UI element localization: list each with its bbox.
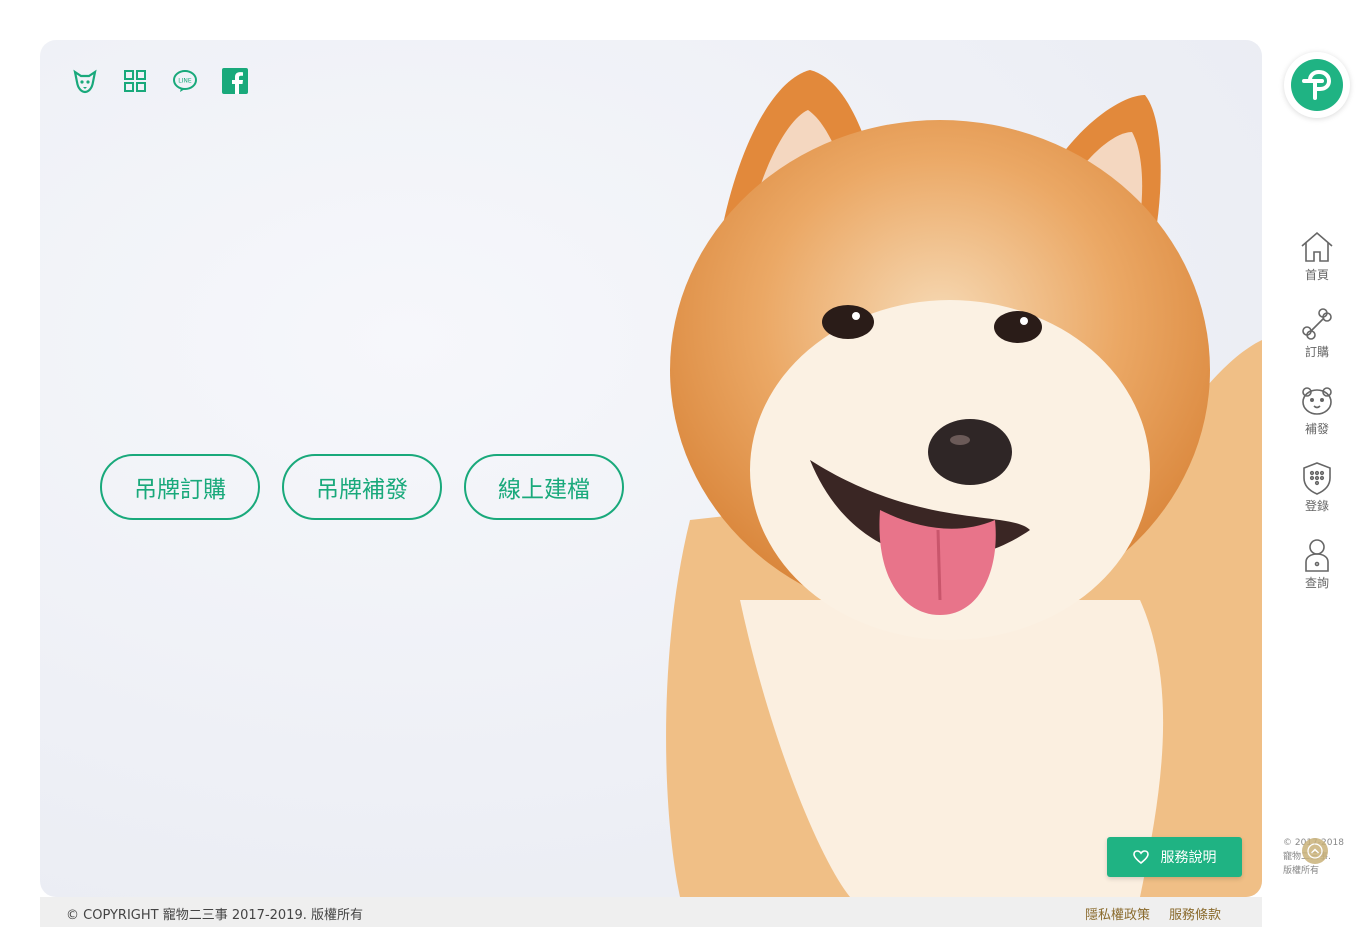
social-icons: LINE	[70, 66, 250, 96]
sidebar-item-search[interactable]: 查詢	[1290, 538, 1344, 615]
service-info-button[interactable]: 服務說明	[1107, 837, 1242, 877]
sidebar-item-label: 首頁	[1304, 268, 1329, 282]
cta-buttons: 吊牌訂購 吊牌補發 線上建檔	[100, 454, 624, 520]
sidebar-item-label: 登錄	[1304, 499, 1329, 513]
home-icon	[1301, 231, 1333, 262]
brand-logo-button[interactable]	[1284, 52, 1350, 118]
sidebar-item-reissue[interactable]: 補發	[1290, 384, 1344, 461]
reissue-tag-button[interactable]: 吊牌補發	[282, 454, 442, 520]
sidebar-item-label: 訂購	[1304, 345, 1329, 359]
dog-face-icon[interactable]	[70, 66, 100, 96]
sidebar-copyright-line: 版權所有	[1283, 866, 1320, 876]
hero-banner: LINE 吊牌訂購 吊牌補發 線上建檔 服務說明	[40, 40, 1262, 897]
sidebar-nav: 首頁 訂購 補發 登錄 查詢	[1290, 230, 1344, 615]
back-to-top-button[interactable]	[1302, 838, 1328, 864]
bone-icon	[1302, 308, 1332, 340]
terms-of-service-link[interactable]: 服務條款	[1169, 904, 1221, 923]
sidebar-item-login[interactable]: 登錄	[1290, 461, 1344, 538]
sidebar-item-home[interactable]: 首頁	[1290, 230, 1344, 307]
brand-logo-icon	[1291, 59, 1343, 111]
line-icon-text: LINE	[178, 78, 192, 85]
service-info-label: 服務說明	[1160, 850, 1217, 866]
heart-icon	[1132, 850, 1149, 864]
sidebar-item-label: 查詢	[1304, 576, 1329, 590]
sidebar-item-order[interactable]: 訂購	[1290, 307, 1344, 384]
privacy-policy-link[interactable]: 隱私權政策	[1085, 904, 1150, 923]
facebook-icon[interactable]	[220, 66, 250, 96]
shiba-dog-photo	[666, 70, 1262, 897]
person-icon	[1305, 539, 1329, 572]
sidebar-item-label: 補發	[1304, 422, 1329, 436]
bear-icon	[1302, 387, 1332, 415]
footer-bar: © COPYRIGHT 寵物二三事 2017-2019. 版權所有 隱私權政策 …	[40, 897, 1262, 927]
line-icon[interactable]: LINE	[170, 66, 200, 96]
order-tag-button[interactable]: 吊牌訂購	[100, 454, 260, 520]
online-register-button[interactable]: 線上建檔	[464, 454, 624, 520]
footer-copyright: © COPYRIGHT 寵物二三事 2017-2019. 版權所有	[66, 908, 363, 923]
qr-code-icon[interactable]	[120, 66, 150, 96]
footer-links: 隱私權政策 服務條款	[1085, 904, 1221, 923]
chevron-up-icon	[1307, 843, 1323, 859]
shield-icon	[1303, 462, 1331, 495]
